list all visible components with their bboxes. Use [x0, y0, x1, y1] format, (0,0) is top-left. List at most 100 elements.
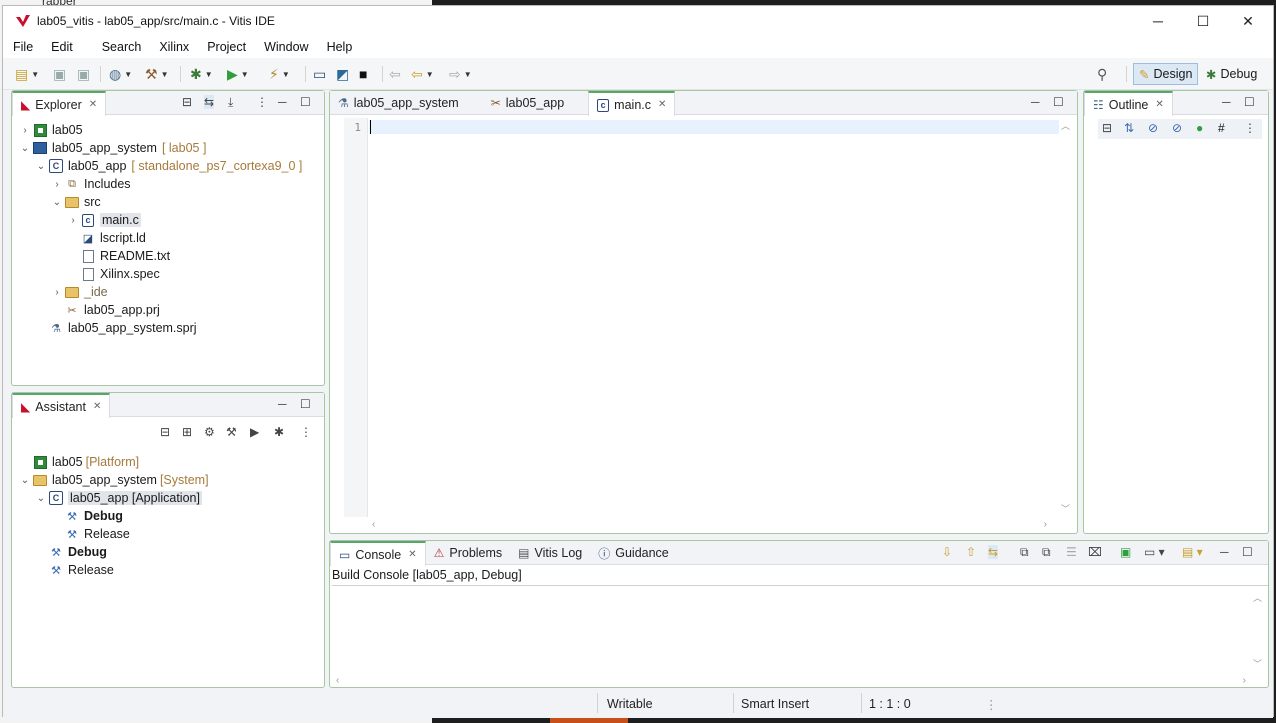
maximize-button[interactable]: ☐ — [1180, 6, 1226, 36]
import-icon[interactable]: ⤓ — [228, 95, 233, 110]
menu-xilinx[interactable]: Xilinx — [150, 40, 198, 54]
maximize-view-icon[interactable]: ☐ — [1053, 95, 1064, 109]
show-console-icon[interactable]: ☰ — [1066, 545, 1077, 559]
scroll-left-icon[interactable]: ‹ — [372, 519, 375, 530]
search-button[interactable]: ⚲ — [1097, 64, 1107, 84]
build-button[interactable]: ⚒ ▼ — [145, 64, 168, 84]
hide-static-icon[interactable]: ⊘ — [1172, 121, 1182, 135]
next-error-icon[interactable]: ⇩ — [942, 545, 952, 559]
tab-lab05-app-system[interactable]: ⚗ lab05_app_system — [330, 91, 483, 115]
settings-gear-icon[interactable]: ⚙ — [204, 425, 215, 439]
assistant-item-system-release[interactable]: ⚒ Release — [48, 561, 114, 579]
debug-bug-icon[interactable]: ✱ — [274, 425, 284, 439]
tree-item-lab05-app[interactable]: ⌄ C lab05_app [ standalone_ps7_cortexa9_… — [34, 157, 302, 175]
sort-icon[interactable]: ⇅ — [1124, 121, 1134, 135]
scroll-down-icon[interactable]: ﹀ — [1061, 502, 1070, 515]
menu-window[interactable]: Window — [255, 40, 317, 54]
scroll-right-icon[interactable]: › — [1044, 519, 1047, 530]
tree-item-main-c[interactable]: › c main.c — [66, 211, 141, 229]
assistant-item-system[interactable]: ⌄ lab05_app_system [System] — [18, 471, 209, 489]
minimize-button[interactable]: ─ — [1135, 6, 1181, 36]
collapse-icon[interactable]: ⌄ — [34, 493, 48, 504]
close-icon[interactable]: ✕ — [408, 549, 416, 560]
menu-file[interactable]: File — [3, 40, 42, 54]
assistant-item-system-debug[interactable]: ⚒ Debug — [48, 543, 107, 561]
collapse-all-icon[interactable]: ⊟ — [182, 95, 192, 109]
debug-perspective-button[interactable]: ✱ Debug — [1201, 63, 1262, 85]
tab-lab05-app[interactable]: ✂ lab05_app — [483, 91, 588, 115]
build-hammer-icon[interactable]: ⚒ — [226, 425, 237, 439]
minimize-view-icon[interactable]: ─ — [1220, 545, 1229, 559]
terminal-button[interactable]: ▭ — [313, 64, 326, 84]
expand-icon[interactable]: › — [18, 125, 32, 136]
link-editor-icon[interactable]: ⇆ — [204, 95, 215, 109]
expand-icon[interactable]: › — [66, 215, 80, 226]
tree-item-lab05[interactable]: › lab05 — [18, 121, 82, 139]
assistant-item-platform[interactable]: lab05 [Platform] — [32, 453, 139, 471]
expand-icon[interactable]: › — [50, 179, 64, 190]
clear-console-icon[interactable]: ⌧ — [1088, 545, 1102, 559]
hide-macros-icon[interactable]: # — [1218, 121, 1225, 135]
expand-all-icon[interactable]: ⊞ — [182, 425, 192, 439]
collapse-all-icon[interactable]: ⊟ — [160, 425, 170, 439]
tree-item-includes[interactable]: › ⧉ Includes — [50, 175, 130, 193]
tab-vitis-log[interactable]: ▤ Vitis Log — [510, 541, 590, 565]
back-button[interactable]: ⇦ ▼ — [411, 64, 434, 84]
tree-item-src[interactable]: ⌄ src — [50, 193, 101, 211]
program-fpga-button[interactable]: ⚡ ▼ — [269, 64, 290, 84]
code-editor[interactable]: 1 — [344, 118, 1059, 517]
scroll-lock-icon[interactable]: ⧉ — [1020, 545, 1029, 560]
tab-assistant[interactable]: ◣ Assistant ✕ — [12, 393, 111, 418]
tree-item-xilinx-spec[interactable]: Xilinx.spec — [80, 265, 160, 283]
tree-item-ide[interactable]: › _ide — [50, 283, 107, 301]
editor-horizontal-scrollbar[interactable]: ‹ › — [360, 519, 1047, 531]
collapse-icon[interactable]: ⌄ — [18, 475, 32, 486]
display-console-icon[interactable]: ▭ ▾ — [1144, 545, 1165, 559]
close-button[interactable]: ✕ — [1225, 6, 1271, 36]
expand-icon[interactable]: › — [50, 287, 64, 298]
collapse-icon[interactable]: ⌄ — [50, 197, 64, 208]
shell-button[interactable]: ■ — [359, 64, 367, 84]
minimize-view-icon[interactable]: ─ — [278, 95, 287, 109]
run-button[interactable]: ▶ ▼ — [227, 64, 249, 84]
view-menu-icon[interactable]: ⋮ — [1244, 121, 1256, 135]
assistant-item-app-release[interactable]: ⚒ Release — [64, 525, 130, 543]
maximize-view-icon[interactable]: ☐ — [300, 397, 311, 411]
maximize-view-icon[interactable]: ☐ — [1244, 95, 1255, 109]
design-perspective-button[interactable]: ✎ Design — [1133, 63, 1199, 85]
tab-outline[interactable]: ☷ Outline ✕ — [1084, 91, 1173, 116]
minimize-view-icon[interactable]: ─ — [1031, 95, 1040, 109]
close-icon[interactable]: ✕ — [658, 99, 666, 110]
editor-vertical-scrollbar[interactable]: ︿ ﹀ — [1061, 119, 1073, 515]
tab-explorer[interactable]: ◣ Explorer ✕ — [12, 91, 107, 116]
new-button[interactable]: ▤ ▼ — [15, 64, 39, 84]
tab-problems[interactable]: ⚠ Problems — [426, 541, 511, 565]
maximize-view-icon[interactable]: ☐ — [1242, 545, 1253, 559]
word-wrap-icon[interactable]: ⧉ — [1042, 545, 1051, 560]
tree-item-readme[interactable]: README.txt — [80, 247, 170, 265]
close-icon[interactable]: ✕ — [1155, 99, 1163, 110]
scroll-up-icon[interactable]: ︿ — [1253, 591, 1262, 604]
scroll-down-icon[interactable]: ﹀ — [1253, 657, 1262, 670]
close-icon[interactable]: ✕ — [93, 401, 101, 412]
tab-main-c[interactable]: c main.c ✕ — [588, 91, 676, 116]
pin-console-icon[interactable]: ▣ — [1120, 545, 1131, 559]
assistant-item-app-debug[interactable]: ⚒ Debug — [64, 507, 123, 525]
view-menu-icon[interactable]: ⋮ — [256, 95, 268, 109]
maximize-view-icon[interactable]: ☐ — [300, 95, 311, 109]
tree-item-lab05-app-system[interactable]: ⌄ lab05_app_system [ lab05 ] — [18, 139, 207, 157]
menu-project[interactable]: Project — [198, 40, 255, 54]
open-console-icon[interactable]: ▤ ▾ — [1182, 545, 1203, 559]
scroll-up-icon[interactable]: ︿ — [1061, 119, 1070, 132]
collapse-icon[interactable]: ⌄ — [34, 161, 48, 172]
tree-item-app-prj[interactable]: ✂ lab05_app.prj — [64, 301, 159, 319]
last-edit-button[interactable]: ⇦ — [389, 64, 401, 84]
menu-edit[interactable]: Edit — [42, 40, 93, 54]
tab-console[interactable]: ▭ Console ✕ — [330, 541, 426, 566]
scroll-left-icon[interactable]: ‹ — [336, 675, 339, 686]
scroll-right-icon[interactable]: › — [1243, 675, 1246, 686]
tree-item-lscript[interactable]: ◪ lscript.ld — [80, 229, 146, 247]
minimize-view-icon[interactable]: ─ — [1222, 95, 1231, 109]
hide-nonpublic-icon[interactable]: ● — [1196, 121, 1203, 135]
status-overflow-icon[interactable]: ⋮ — [985, 697, 998, 712]
